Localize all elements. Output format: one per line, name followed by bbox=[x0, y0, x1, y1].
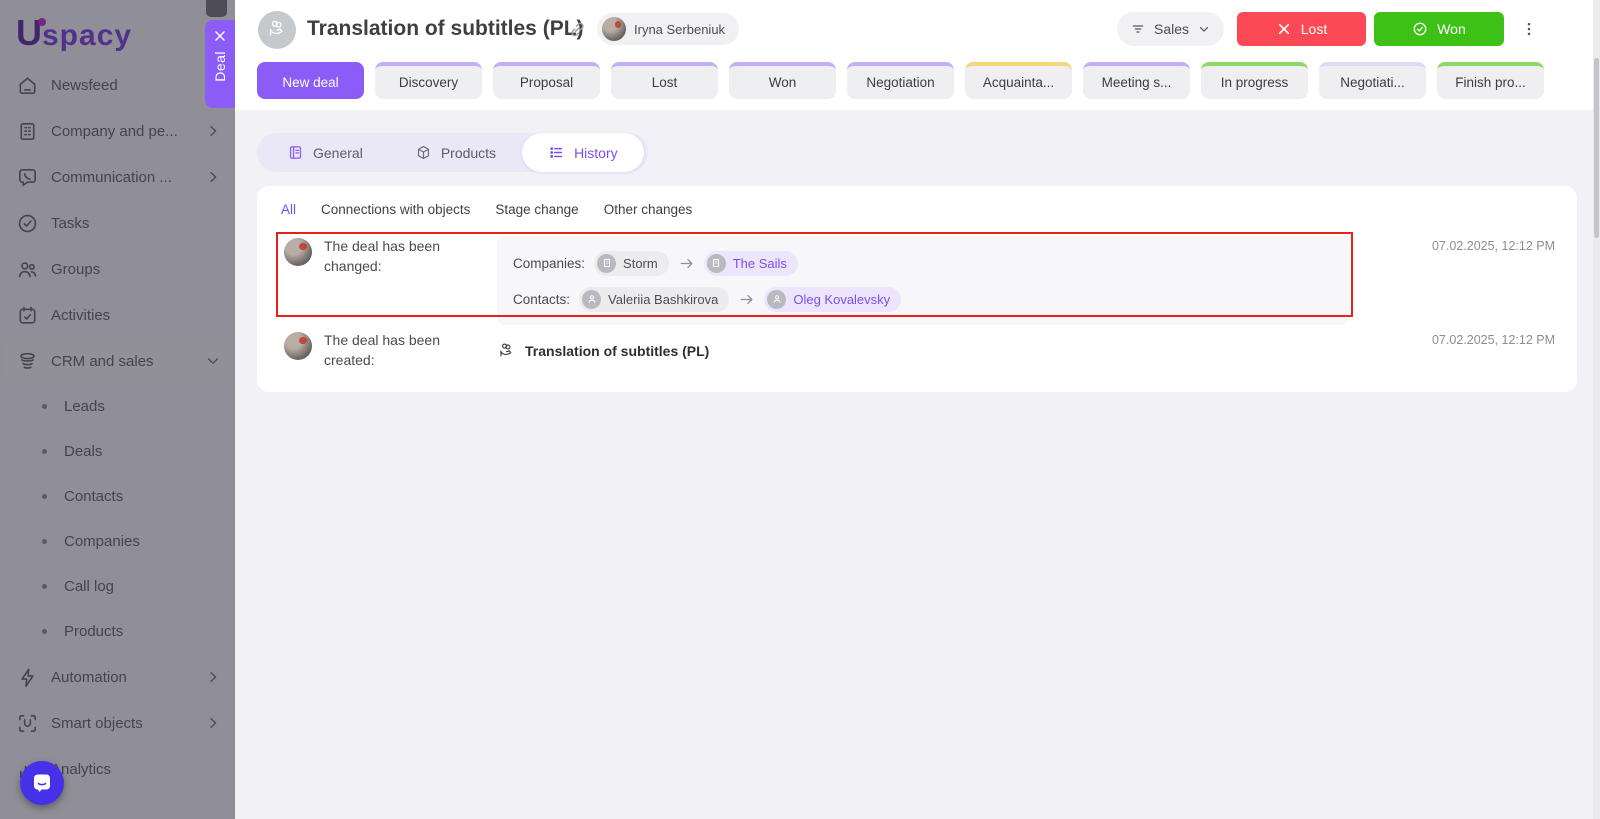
lost-button[interactable]: Lost bbox=[1237, 12, 1366, 46]
filter-icon bbox=[1130, 21, 1146, 37]
modal-dim-overlay bbox=[0, 0, 235, 819]
created-deal-title: Translation of subtitles (PL) bbox=[525, 343, 709, 359]
deal-header: Translation of subtitles (PL) Iryna Serb… bbox=[235, 0, 1600, 110]
stage-discovery[interactable]: Discovery bbox=[375, 62, 482, 99]
contact-icon bbox=[767, 290, 786, 309]
stage-new-deal[interactable]: New deal bbox=[257, 62, 364, 99]
contact-pill-to[interactable]: Oleg Kovalevsky bbox=[764, 287, 901, 312]
company-icon bbox=[707, 254, 726, 273]
event-timestamp: 07.02.2025, 12:12 PM bbox=[1432, 239, 1555, 253]
change-row-contacts: Contacts: Valeriia Bashkirova Oleg Koval… bbox=[513, 285, 1333, 313]
stage-finish[interactable]: Finish pro... bbox=[1437, 62, 1544, 99]
chat-bubble-icon bbox=[30, 771, 54, 795]
owner-name: Iryna Serbeniuk bbox=[634, 22, 725, 37]
avatar bbox=[284, 238, 312, 266]
filter-connections[interactable]: Connections with objects bbox=[321, 202, 470, 217]
tab-products[interactable]: Products bbox=[389, 133, 522, 172]
event-timestamp: 07.02.2025, 12:12 PM bbox=[1432, 333, 1555, 347]
copy-link-icon[interactable] bbox=[568, 20, 587, 39]
deal-tab-label: Deal bbox=[212, 51, 228, 82]
company-pill-to[interactable]: The Sails bbox=[704, 251, 798, 276]
filter-all[interactable]: All bbox=[281, 202, 296, 217]
page-title: Translation of subtitles (PL) bbox=[307, 17, 584, 41]
stage-lost[interactable]: Lost bbox=[611, 62, 718, 99]
history-icon bbox=[548, 144, 565, 161]
created-deal-link[interactable]: Translation of subtitles (PL) bbox=[497, 332, 709, 370]
products-icon bbox=[415, 144, 432, 161]
chevron-down-icon bbox=[1197, 22, 1211, 36]
stage-meeting[interactable]: Meeting s... bbox=[1083, 62, 1190, 99]
deal-panel: Deal Translation of subtitles (PL) Iryna… bbox=[235, 0, 1600, 819]
general-icon bbox=[287, 144, 304, 161]
kebab-icon bbox=[1520, 20, 1538, 38]
contact-pill-from[interactable]: Valeriia Bashkirova bbox=[579, 287, 729, 312]
chat-launcher-button[interactable] bbox=[20, 761, 64, 805]
close-icon[interactable] bbox=[213, 29, 227, 43]
x-icon bbox=[1276, 21, 1292, 37]
arrow-right-icon bbox=[678, 255, 695, 272]
arrow-right-icon bbox=[738, 291, 755, 308]
deal-type-avatar bbox=[258, 11, 296, 49]
contact-icon bbox=[582, 290, 601, 309]
company-icon bbox=[597, 254, 616, 273]
won-button[interactable]: Won bbox=[1374, 12, 1504, 46]
event-action: The deal has been created: bbox=[324, 330, 472, 370]
history-event-created: The deal has been created: Translation o… bbox=[284, 330, 709, 370]
hand-coins-icon bbox=[266, 19, 288, 41]
tab-history[interactable]: History bbox=[522, 133, 644, 172]
hand-coins-icon bbox=[497, 342, 516, 361]
stage-proposal[interactable]: Proposal bbox=[493, 62, 600, 99]
company-pill-from[interactable]: Storm bbox=[594, 251, 669, 276]
history-card: All Connections with objects Stage chang… bbox=[257, 186, 1577, 392]
stage-acquaintance[interactable]: Acquainta... bbox=[965, 62, 1072, 99]
check-circle-icon bbox=[1412, 21, 1428, 37]
avatar bbox=[602, 17, 626, 41]
collapsed-element bbox=[206, 0, 227, 17]
change-row-companies: Companies: Storm The Sails bbox=[513, 249, 1333, 277]
owner-chip[interactable]: Iryna Serbeniuk bbox=[597, 13, 739, 45]
funnel-label: Sales bbox=[1154, 21, 1189, 37]
event-action: The deal has been changed: bbox=[324, 236, 472, 325]
tab-general[interactable]: General bbox=[261, 133, 389, 172]
deal-side-tab[interactable]: Deal bbox=[205, 20, 235, 108]
scrollbar-thumb[interactable] bbox=[1594, 58, 1599, 238]
history-filters: All Connections with objects Stage chang… bbox=[281, 202, 692, 217]
history-event-changed: The deal has been changed: Companies: St… bbox=[284, 236, 1349, 325]
stage-negotiation[interactable]: Negotiation bbox=[847, 62, 954, 99]
filter-stage-change[interactable]: Stage change bbox=[495, 202, 578, 217]
change-details-panel: Companies: Storm The Sails Contacts: bbox=[497, 236, 1349, 325]
pipeline-stages: New deal Discovery Proposal Lost Won Neg… bbox=[257, 62, 1544, 99]
filter-other-changes[interactable]: Other changes bbox=[604, 202, 693, 217]
deal-tabs: General Products History bbox=[257, 133, 648, 172]
stage-negotiation-2[interactable]: Negotiati... bbox=[1319, 62, 1426, 99]
more-menu-button[interactable] bbox=[1518, 18, 1540, 40]
stage-in-progress[interactable]: In progress bbox=[1201, 62, 1308, 99]
scrollbar bbox=[1593, 0, 1600, 819]
avatar bbox=[284, 332, 312, 360]
app: U spacy Newsfeed Company and pe... Commu… bbox=[0, 0, 1600, 819]
funnel-selector[interactable]: Sales bbox=[1117, 12, 1224, 46]
stage-won[interactable]: Won bbox=[729, 62, 836, 99]
